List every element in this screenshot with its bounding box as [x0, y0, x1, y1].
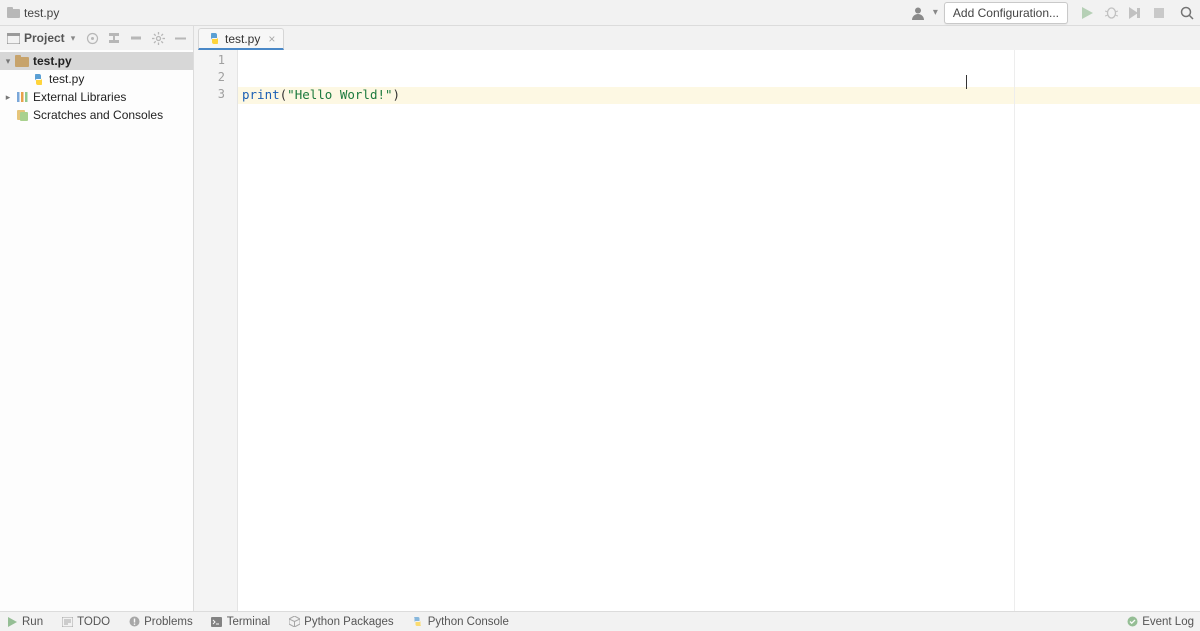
- editor-tabs: test.py ×: [194, 26, 1200, 50]
- code-editor[interactable]: 1 2 3 print("Hello World!"): [194, 50, 1200, 611]
- project-tool-title: Project: [24, 31, 65, 45]
- code-area[interactable]: print("Hello World!"): [238, 50, 1200, 611]
- close-icon[interactable]: ×: [268, 32, 275, 46]
- add-configuration-button[interactable]: Add Configuration...: [944, 2, 1068, 24]
- run-toolbar: [1078, 4, 1168, 22]
- main-area: ▾ test.py test.py ▸ External Libraries: [0, 50, 1200, 611]
- project-tree[interactable]: ▾ test.py test.py ▸ External Libraries: [0, 50, 194, 611]
- python-file-icon: [207, 32, 221, 46]
- hide-icon[interactable]: [173, 31, 187, 45]
- select-opened-file-icon[interactable]: [85, 31, 99, 45]
- tree-root-label: test.py: [33, 54, 72, 68]
- code-line: print("Hello World!"): [238, 87, 1200, 104]
- tree-root[interactable]: ▾ test.py: [0, 52, 193, 70]
- debug-icon[interactable]: [1102, 4, 1120, 22]
- chevron-down-icon[interactable]: ▾: [71, 33, 76, 44]
- code-token-string: "Hello World!": [287, 87, 392, 102]
- terminal-icon: [211, 616, 223, 628]
- tab-test-py[interactable]: test.py ×: [198, 28, 284, 50]
- user-icon[interactable]: [907, 2, 929, 24]
- code-token-fn: print: [242, 87, 280, 102]
- python-console-tool-label: Python Console: [428, 616, 509, 628]
- run-tool-button[interactable]: Run: [6, 616, 43, 628]
- python-console-tool-button[interactable]: Python Console: [412, 616, 509, 628]
- gutter: 1 2 3: [194, 50, 238, 611]
- chevron-right-icon[interactable]: ▸: [2, 92, 14, 103]
- run-icon[interactable]: [1078, 4, 1096, 22]
- folder-icon: [6, 6, 20, 20]
- stop-icon[interactable]: [1150, 4, 1168, 22]
- python-icon: [412, 616, 424, 628]
- problems-icon: [128, 616, 140, 628]
- chevron-down-icon[interactable]: ▾: [2, 56, 14, 67]
- tool-header-row: Project ▾ test.py ×: [0, 26, 1200, 50]
- project-tool-header[interactable]: Project ▾: [0, 26, 194, 50]
- problems-tool-label: Problems: [144, 616, 193, 628]
- terminal-tool-label: Terminal: [227, 616, 270, 628]
- code-line: [238, 53, 1200, 70]
- text-cursor: [966, 75, 967, 89]
- run-tool-label: Run: [22, 616, 43, 628]
- breadcrumb-project: test.py: [24, 6, 59, 20]
- line-number: 2: [194, 70, 237, 87]
- code-line: [238, 70, 1200, 87]
- line-number: 1: [194, 53, 237, 70]
- run-with-coverage-icon[interactable]: [1126, 4, 1144, 22]
- python-packages-tool-label: Python Packages: [304, 616, 394, 628]
- tree-scratches[interactable]: Scratches and Consoles: [0, 106, 193, 124]
- tree-file-label: test.py: [49, 72, 84, 86]
- navigation-bar: test.py ▾ Add Configuration...: [0, 0, 1200, 26]
- todo-icon: [61, 616, 73, 628]
- breadcrumb[interactable]: test.py: [4, 6, 59, 20]
- tree-file-test-py[interactable]: test.py: [0, 70, 193, 88]
- line-number: 3: [194, 87, 237, 104]
- problems-tool-button[interactable]: Problems: [128, 616, 193, 628]
- tree-external-libraries-label: External Libraries: [33, 90, 126, 104]
- code-token-paren: ): [393, 87, 401, 102]
- search-icon[interactable]: [1178, 4, 1196, 22]
- scratches-icon: [14, 107, 30, 123]
- terminal-tool-button[interactable]: Terminal: [211, 616, 270, 628]
- gear-icon[interactable]: [151, 31, 165, 45]
- tree-scratches-label: Scratches and Consoles: [33, 108, 163, 122]
- tree-external-libraries[interactable]: ▸ External Libraries: [0, 88, 193, 106]
- chevron-down-icon[interactable]: ▾: [933, 7, 938, 18]
- run-icon: [6, 616, 18, 628]
- folder-icon: [14, 53, 30, 69]
- python-file-icon: [30, 71, 46, 87]
- project-icon: [6, 31, 20, 45]
- tab-label: test.py: [225, 32, 260, 46]
- event-log-button[interactable]: Event Log: [1126, 616, 1194, 628]
- right-margin-line: [1014, 50, 1015, 611]
- event-log-icon: [1126, 616, 1138, 628]
- collapse-all-icon[interactable]: [129, 31, 143, 45]
- library-icon: [14, 89, 30, 105]
- bottom-toolbar: Run TODO Problems Terminal Python Packag…: [0, 611, 1200, 631]
- packages-icon: [288, 616, 300, 628]
- todo-tool-label: TODO: [77, 616, 110, 628]
- event-log-label: Event Log: [1142, 616, 1194, 628]
- python-packages-tool-button[interactable]: Python Packages: [288, 616, 394, 628]
- expand-all-icon[interactable]: [107, 31, 121, 45]
- todo-tool-button[interactable]: TODO: [61, 616, 110, 628]
